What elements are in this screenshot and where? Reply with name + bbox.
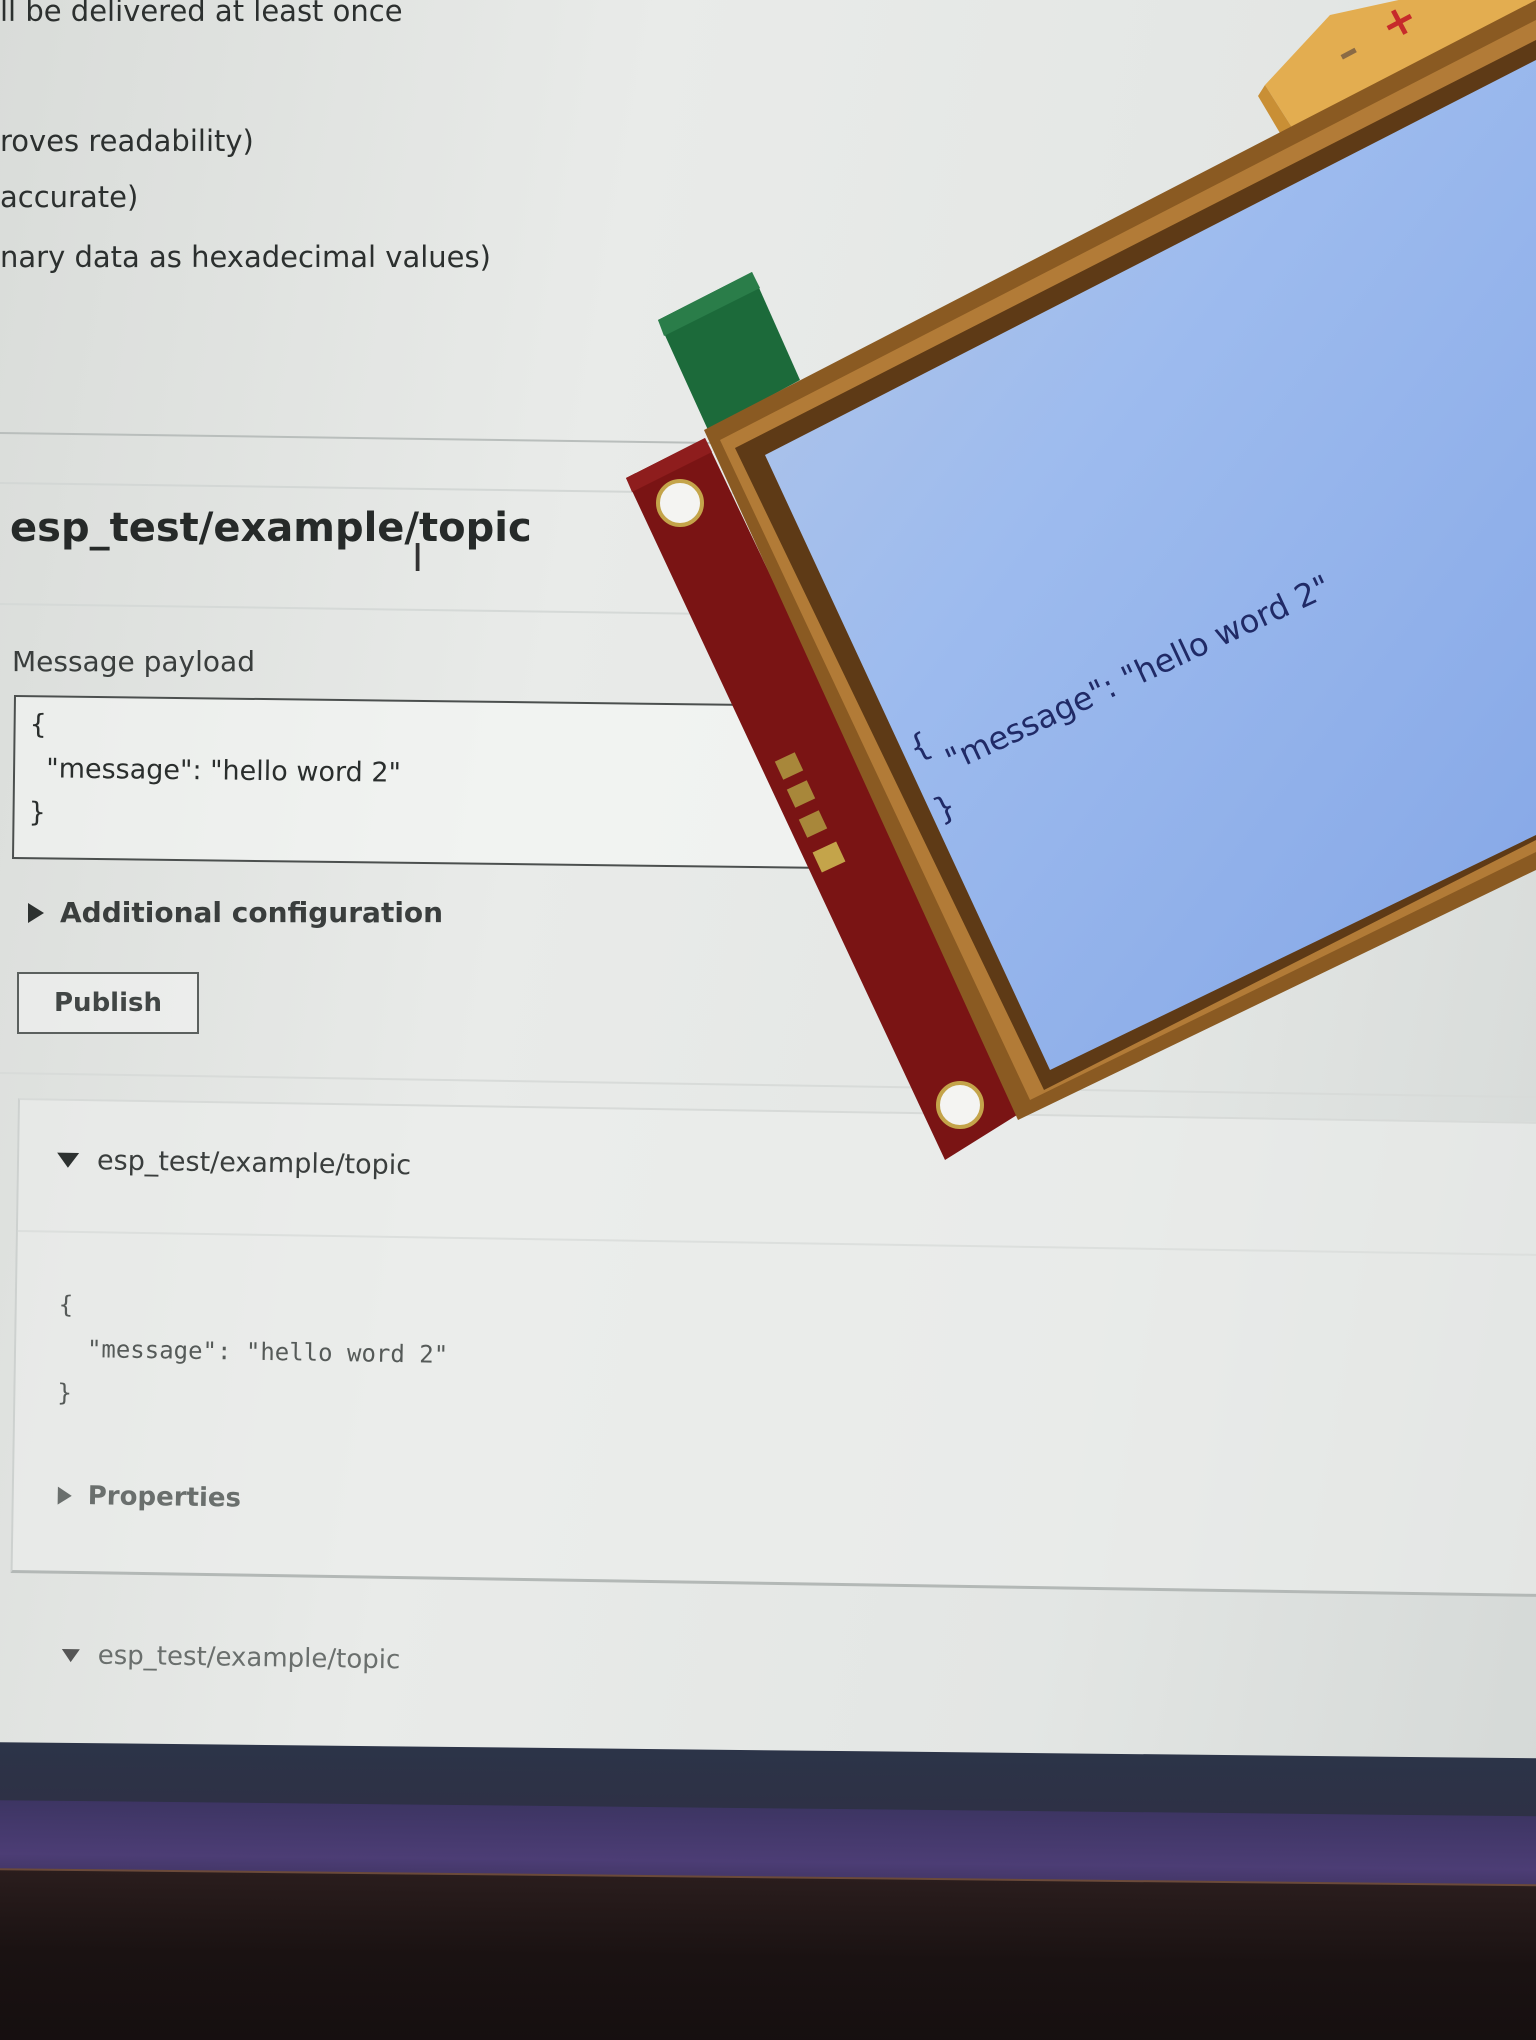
caret-right-icon <box>28 902 44 923</box>
section-divider <box>0 432 800 446</box>
text-cursor-icon: I <box>412 536 424 580</box>
payload-line: } <box>28 797 46 829</box>
card-divider <box>17 1230 1536 1257</box>
message-payload-input[interactable]: { "message": "hello word 2" } <box>11 695 918 871</box>
section-divider <box>0 1072 1536 1099</box>
message-body-line: { <box>58 1290 74 1319</box>
message-topic-label: esp_test/example/topic <box>97 1640 401 1676</box>
message-body-line: } <box>57 1378 73 1407</box>
section-divider <box>0 603 760 616</box>
payload-line: { <box>29 709 48 741</box>
message-topic-label: esp_test/example/topic <box>96 1145 412 1182</box>
qos-option-text: ll be delivered at least once <box>0 0 403 28</box>
qos-option-text: nary data as hexadecimal values) <box>0 240 491 274</box>
laptop-keyboard-deck <box>0 1870 1536 2040</box>
payload-line: "message": "hello word 2" <box>28 753 402 789</box>
message-body-line: "message": "hello word 2" <box>57 1334 449 1369</box>
caret-down-icon <box>56 1152 80 1168</box>
caret-down-icon <box>61 1648 80 1662</box>
qos-option-text: accurate) <box>0 180 139 214</box>
photo-scene: ll be delivered at least once roves read… <box>0 0 1536 2040</box>
publish-topic-title: esp_test/example/topic <box>10 505 532 551</box>
message-topic-toggle[interactable]: esp_test/example/topic <box>61 1640 401 1676</box>
mqtt-test-client-page: ll be delivered at least once roves read… <box>0 0 1536 1760</box>
qos-option-text: roves readability) <box>0 124 254 158</box>
message-topic-toggle[interactable]: esp_test/example/topic <box>56 1145 412 1182</box>
properties-label: Properties <box>87 1481 242 1514</box>
received-message-card: esp_test/example/topic { "message": "hel… <box>10 1098 1536 1599</box>
caret-right-icon <box>57 1486 72 1505</box>
properties-toggle[interactable]: Properties <box>57 1481 242 1514</box>
publish-button[interactable]: Publish <box>17 972 199 1034</box>
message-payload-label: Message payload <box>12 645 255 678</box>
additional-configuration-label: Additional configuration <box>60 896 444 929</box>
section-divider <box>0 482 780 495</box>
additional-configuration-toggle[interactable]: Additional configuration <box>28 896 443 929</box>
